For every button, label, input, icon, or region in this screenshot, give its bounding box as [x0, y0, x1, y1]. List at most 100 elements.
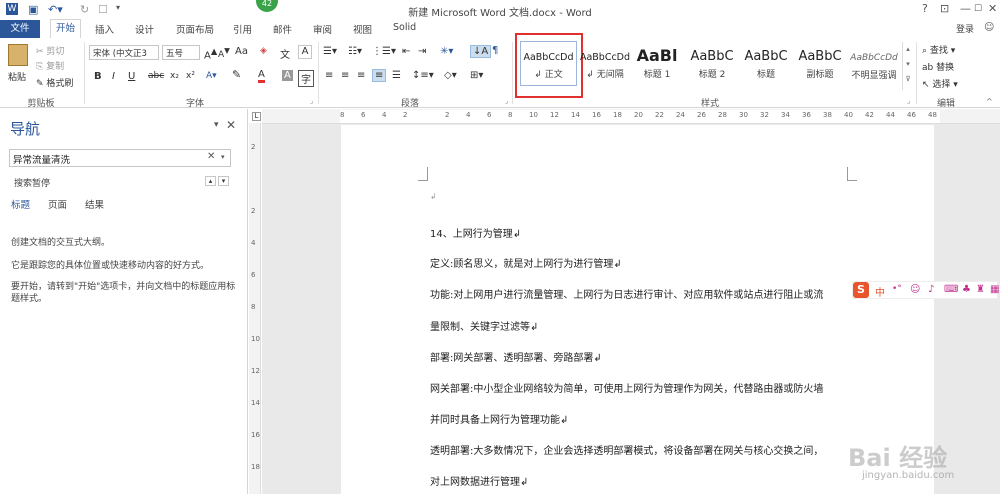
doc-line[interactable]: 透明部署:大多数情况下，企业会选择透明部署模式，将设备部署在网关与核心交换之间，: [430, 442, 823, 457]
font-name-select[interactable]: 宋体 (中文正3: [89, 45, 159, 60]
font-color-button[interactable]: A: [258, 70, 265, 83]
tab-design[interactable]: 设计: [130, 22, 159, 36]
doc-line[interactable]: 功能:对上网用户进行流量管理、上网行为日志进行审计、对应用软件或站点进行阻止或流: [430, 286, 823, 301]
doc-line[interactable]: 网关部署:中小型企业网络较为简单，可使用上网行为管理作为网关，代替路由器或防火墙: [430, 380, 823, 395]
char-shading-button[interactable]: A: [282, 70, 293, 81]
clear-search-icon[interactable]: ✕: [207, 151, 215, 162]
doc-line[interactable]: 对上网数据进行管理↲: [430, 473, 528, 488]
horizontal-ruler[interactable]: 8 6 4 2 2 4 6 8 10 12 14 16 18 20 22 24 26 28 30 32 34 36 38 40…: [340, 110, 940, 123]
format-painter-button[interactable]: ✎ 格式刷: [36, 76, 73, 89]
distributed-icon[interactable]: ☰: [392, 70, 401, 81]
change-case-button[interactable]: Aa: [235, 46, 248, 57]
font-dialog-icon[interactable]: ⌟: [310, 97, 313, 105]
styles-scroll[interactable]: ▴ ▾ ⊽: [902, 42, 913, 90]
nav-search-input[interactable]: 异常流量清洗: [9, 149, 231, 167]
bold-button[interactable]: B: [94, 71, 102, 82]
superscript-button[interactable]: x²: [186, 71, 195, 81]
style-subtitle[interactable]: AaBbC 副标题: [794, 44, 846, 92]
close-button[interactable]: ✕: [988, 2, 997, 15]
user-center-icon[interactable]: ♣: [962, 284, 971, 295]
tab-mailings[interactable]: 邮件: [268, 22, 297, 36]
doc-line[interactable]: 并同时具备上网行为管理功能↲: [430, 411, 568, 426]
underline-button[interactable]: U: [128, 71, 135, 82]
style-no-spacing[interactable]: AaBbCcDd ↲ 无间隔: [578, 44, 632, 92]
doc-line[interactable]: 量限制、关键字过滤等↲: [430, 318, 538, 333]
tab-home[interactable]: 开始: [50, 19, 82, 39]
ime-punct-button[interactable]: •°: [892, 284, 902, 294]
numbering-icon[interactable]: ☷▾: [348, 46, 362, 57]
line-spacing-icon[interactable]: ↕≡▾: [412, 70, 434, 81]
phonetic-guide-button[interactable]: 文: [280, 46, 290, 61]
justify-icon[interactable]: ≡: [372, 69, 387, 82]
ribbon-display-icon[interactable]: ⊡: [940, 2, 949, 15]
style-heading2[interactable]: AaBbC 标题 2: [685, 44, 739, 92]
microphone-icon[interactable]: ♪: [928, 284, 934, 295]
borders-icon[interactable]: ⊞▾: [470, 70, 483, 81]
show-marks-icon[interactable]: ¶: [492, 45, 498, 56]
sort-icon[interactable]: ↓A: [470, 45, 492, 58]
paragraph-dialog-icon[interactable]: ⌟: [505, 97, 508, 105]
paste-icon[interactable]: [8, 44, 28, 66]
keyboard-icon[interactable]: ⌨: [944, 284, 958, 295]
select-button[interactable]: ↖ 选择 ▾: [922, 77, 958, 90]
toolbox-icon[interactable]: ▦: [990, 284, 999, 295]
clear-format-icon[interactable]: ◈: [260, 46, 267, 56]
strikethrough-button[interactable]: abc: [148, 71, 164, 81]
maximize-button[interactable]: ☐: [974, 4, 982, 14]
align-center-icon[interactable]: ≡: [341, 70, 349, 81]
skin-icon[interactable]: ♜: [976, 284, 985, 295]
help-icon[interactable]: ?: [922, 2, 928, 15]
nav-close-icon[interactable]: ✕: [226, 118, 236, 132]
tab-insert[interactable]: 插入: [90, 22, 119, 36]
enclose-char-button[interactable]: 字: [298, 70, 314, 87]
minimize-button[interactable]: —: [960, 2, 971, 15]
replace-button[interactable]: ab 替换: [922, 60, 954, 73]
tab-layout[interactable]: 页面布局: [171, 22, 219, 36]
decrease-indent-icon[interactable]: ⇤: [402, 46, 410, 57]
tab-review[interactable]: 审阅: [308, 22, 337, 36]
chinese-layout-icon[interactable]: ✳▾: [440, 46, 453, 57]
document-page[interactable]: [341, 125, 934, 494]
nav-tab-pages[interactable]: 页面: [48, 197, 67, 211]
tab-selector-icon[interactable]: L: [252, 112, 261, 121]
search-dropdown-icon[interactable]: ▾: [221, 153, 225, 161]
style-subtle-emphasis[interactable]: AaBbCcDd 不明显强调: [848, 44, 900, 92]
doc-line[interactable]: 部署:网关部署、透明部署、旁路部署↲: [430, 349, 602, 364]
shrink-font-icon[interactable]: A▼: [218, 46, 230, 60]
subscript-button[interactable]: x₂: [170, 71, 179, 81]
italic-button[interactable]: I: [112, 71, 115, 82]
find-button[interactable]: ⌕ 查找 ▾: [922, 43, 955, 56]
text-effects-icon[interactable]: A▾: [206, 71, 217, 81]
font-size-select[interactable]: 五号: [162, 45, 200, 60]
align-left-icon[interactable]: ≡: [325, 70, 333, 81]
paste-button[interactable]: 粘贴: [8, 70, 26, 83]
doc-line[interactable]: 定义:顾名思义，就是对上网行为进行管理↲: [430, 255, 622, 270]
char-border-button[interactable]: A: [298, 45, 312, 59]
styles-dialog-icon[interactable]: ⌟: [907, 97, 910, 105]
nav-tab-headings[interactable]: 标题: [11, 197, 30, 211]
increase-indent-icon[interactable]: ⇥: [418, 46, 426, 57]
nav-tab-results[interactable]: 结果: [85, 197, 104, 211]
align-right-icon[interactable]: ≡: [357, 70, 365, 81]
doc-line[interactable]: 14、上网行为管理↲: [430, 225, 521, 240]
highlight-icon[interactable]: ✎: [232, 68, 241, 81]
style-heading1[interactable]: AaBl 标题 1: [632, 44, 682, 92]
bullets-icon[interactable]: ☰▾: [323, 46, 337, 57]
tab-solid[interactable]: Solid: [388, 22, 421, 33]
cut-button[interactable]: ✂ 剪切: [36, 44, 64, 57]
shading-icon[interactable]: ◇▾: [444, 70, 457, 81]
style-normal[interactable]: AaBbCcDd ↲ 正文: [521, 44, 576, 92]
grow-font-icon[interactable]: A▲: [204, 46, 217, 61]
tab-file[interactable]: 文件: [0, 20, 40, 38]
multilevel-list-icon[interactable]: ⋮☰▾: [372, 46, 396, 57]
ime-mode-button[interactable]: 中: [875, 284, 885, 299]
copy-button[interactable]: ⎘ 复制: [36, 59, 64, 72]
vertical-ruler[interactable]: 2 2 4 6 8 10 12 14 16 18: [249, 123, 261, 494]
tab-view[interactable]: 视图: [348, 22, 377, 36]
collapse-ribbon-icon[interactable]: ^: [986, 97, 993, 106]
style-title[interactable]: AaBbC 标题: [740, 44, 792, 92]
ime-logo-icon[interactable]: S: [853, 282, 869, 298]
sign-in-link[interactable]: 登录: [956, 22, 974, 35]
tab-references[interactable]: 引用: [228, 22, 257, 36]
user-icon[interactable]: ☺: [984, 22, 994, 33]
